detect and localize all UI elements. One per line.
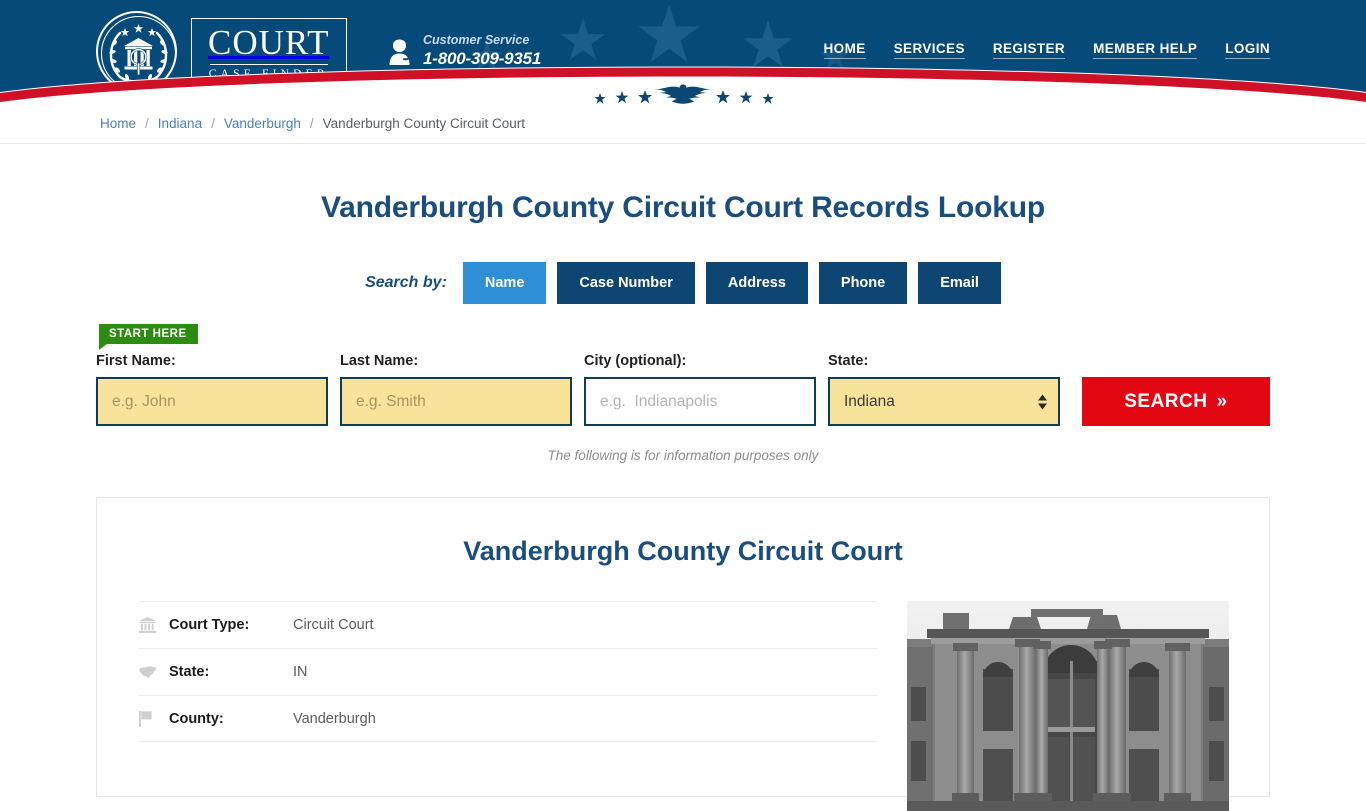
city-input[interactable] xyxy=(584,377,816,426)
tab-case-number[interactable]: Case Number xyxy=(557,262,695,304)
breadcrumb: Home / Indiana / Vanderburgh / Vanderbur… xyxy=(0,104,1366,144)
table-row: County: Vanderburgh xyxy=(139,695,877,742)
double-chevron-right-icon: » xyxy=(1216,390,1228,412)
breadcrumb-separator: / xyxy=(145,116,149,131)
bank-icon xyxy=(139,617,169,633)
state-value: IN xyxy=(293,664,308,680)
breadcrumb-item-home[interactable]: Home xyxy=(100,116,136,131)
main-navigation: HOME SERVICES REGISTER MEMBER HELP LOGIN xyxy=(823,41,1270,59)
state-select[interactable]: Indiana xyxy=(828,377,1060,426)
disclaimer-text: The following is for information purpose… xyxy=(547,448,819,463)
start-here-badge: START HERE xyxy=(99,324,198,350)
state-label: State: xyxy=(828,353,869,369)
city-field-group: City (optional): xyxy=(584,353,816,426)
search-by-label: Search by: xyxy=(365,274,447,291)
last-name-input[interactable] xyxy=(340,377,572,426)
nav-item-register[interactable]: REGISTER xyxy=(992,41,1066,59)
state-label: State: xyxy=(169,664,210,680)
nav-item-member-help[interactable]: MEMBER HELP xyxy=(1093,41,1198,59)
search-button-label: SEARCH xyxy=(1124,390,1208,412)
breadcrumb-item-indiana[interactable]: Indiana xyxy=(158,116,202,131)
state-select-wrapper: Indiana xyxy=(828,377,1060,426)
state-field-group: State: Indiana xyxy=(828,353,1060,426)
first-name-input[interactable] xyxy=(96,377,328,426)
tab-address[interactable]: Address xyxy=(705,262,808,304)
first-name-label: First Name: xyxy=(96,353,176,369)
tab-email[interactable]: Email xyxy=(918,262,1001,304)
court-details-card: Vanderburgh County Circuit Court Court T… xyxy=(96,497,1270,811)
court-info-list: Court Type: Circuit Court State: IN Coun… xyxy=(139,601,877,811)
star-icon xyxy=(560,18,606,60)
us-map-icon xyxy=(139,665,169,679)
nav-item-login[interactable]: LOGIN xyxy=(1225,41,1270,59)
page-title: Vanderburgh County Circuit Court Records… xyxy=(321,191,1045,224)
county-value: Vanderburgh xyxy=(293,710,376,727)
first-name-field-group: First Name: xyxy=(96,353,328,426)
city-label: City (optional): xyxy=(584,353,687,369)
search-fields-row: First Name: Last Name: City (optional): … xyxy=(96,324,1270,426)
court-type-value: Circuit Court xyxy=(293,617,374,633)
tab-phone[interactable]: Phone xyxy=(818,262,908,304)
search-form: START HERE First Name: Last Name: City (… xyxy=(0,324,1366,426)
last-name-field-group: Last Name: xyxy=(340,353,572,426)
court-details-body: Court Type: Circuit Court State: IN Coun… xyxy=(97,601,1269,811)
court-type-label: Court Type: xyxy=(169,617,250,633)
last-name-label: Last Name: xyxy=(340,353,419,369)
county-label: County: xyxy=(169,710,224,727)
courthouse-photo xyxy=(907,601,1229,811)
breadcrumb-separator: / xyxy=(309,116,314,131)
tab-name[interactable]: Name xyxy=(462,262,547,304)
breadcrumb-separator: / xyxy=(211,116,215,131)
breadcrumb-item-current: Vanderburgh County Circuit Court xyxy=(322,116,526,131)
breadcrumb-item-vanderburgh[interactable]: Vanderburgh xyxy=(224,116,301,131)
nav-item-home[interactable]: HOME xyxy=(823,41,866,59)
search-by-tabs: Search by: Name Case Number Address Phon… xyxy=(0,262,1366,304)
table-row: State: IN xyxy=(139,648,877,695)
customer-service-label: Customer Service xyxy=(423,33,530,47)
nav-item-services[interactable]: SERVICES xyxy=(893,41,965,59)
site-header: COURT CASE FINDER Customer Service 1-800… xyxy=(0,0,1366,104)
table-row: Court Type: Circuit Court xyxy=(139,601,877,648)
search-button[interactable]: SEARCH » xyxy=(1081,377,1270,426)
star-icon xyxy=(638,4,700,63)
logo-main-text: COURT xyxy=(208,22,330,62)
patriotic-banner-decoration xyxy=(0,66,1366,104)
flag-icon xyxy=(139,710,169,727)
court-name-title: Vanderburgh County Circuit Court xyxy=(463,536,903,566)
